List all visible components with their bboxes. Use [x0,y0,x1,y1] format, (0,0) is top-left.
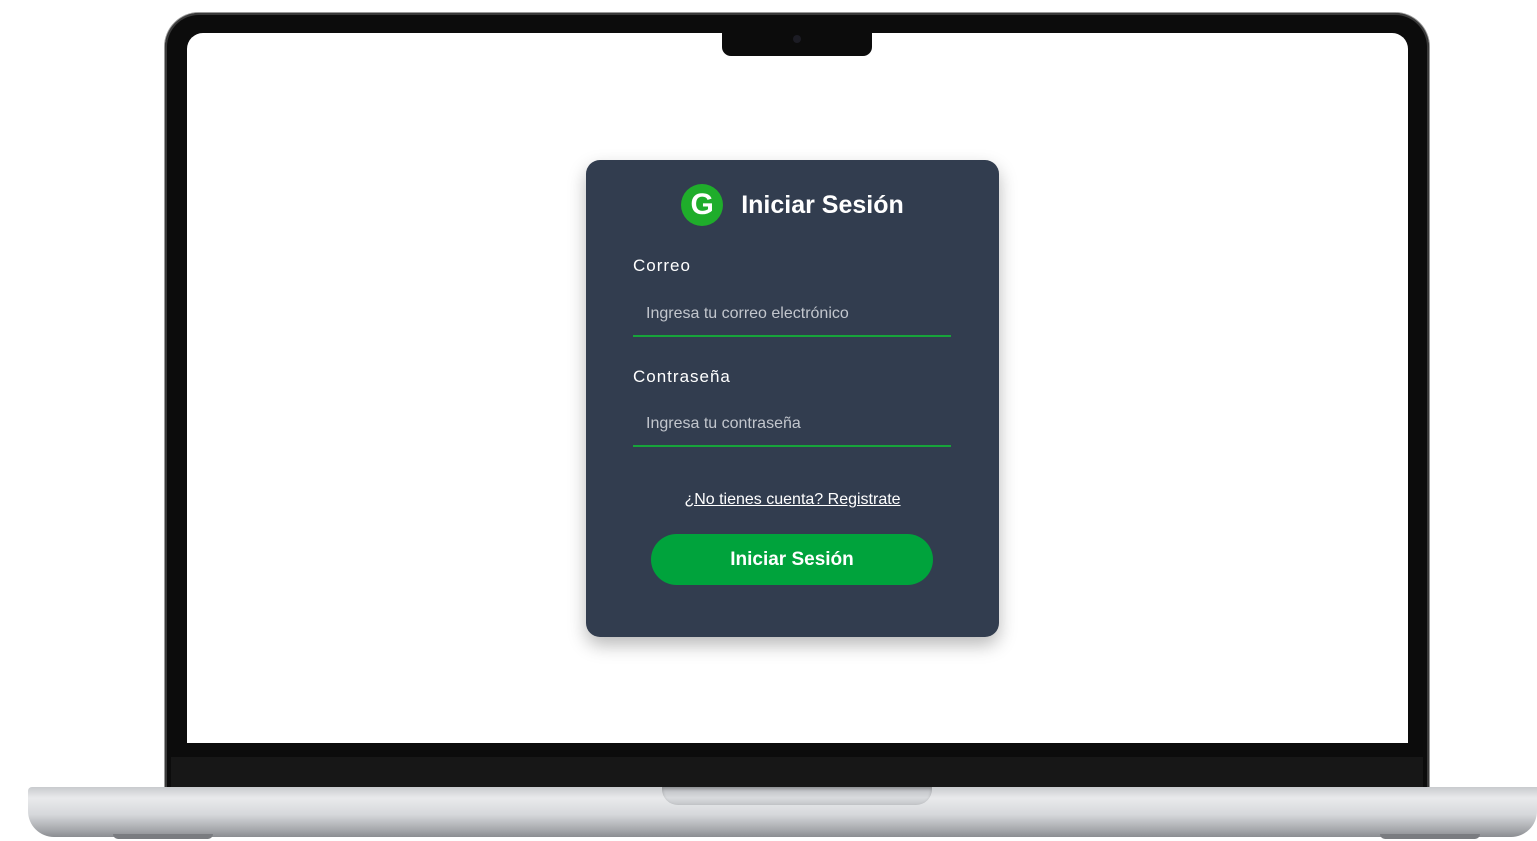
login-card: G Iniciar Sesión Correo Contraseña ¿No t… [586,160,999,637]
login-title: Iniciar Sesión [741,190,904,219]
password-input[interactable] [633,403,951,447]
email-input[interactable] [633,293,951,337]
login-header: G Iniciar Sesión [586,184,999,226]
g-logo-icon: G [681,184,724,226]
laptop-mockup: G Iniciar Sesión Correo Contraseña ¿No t… [0,0,1537,841]
register-link[interactable]: ¿No tienes cuenta? Registrate [586,491,999,509]
laptop-foot-right [1380,834,1480,839]
laptop-chin [171,757,1423,789]
password-label: Contraseña [633,367,731,386]
email-label: Correo [633,256,691,275]
laptop-base-groove [662,787,932,805]
webcam-icon [793,35,801,43]
laptop-foot-left [113,834,213,839]
login-submit-button[interactable]: Iniciar Sesión [651,534,933,585]
